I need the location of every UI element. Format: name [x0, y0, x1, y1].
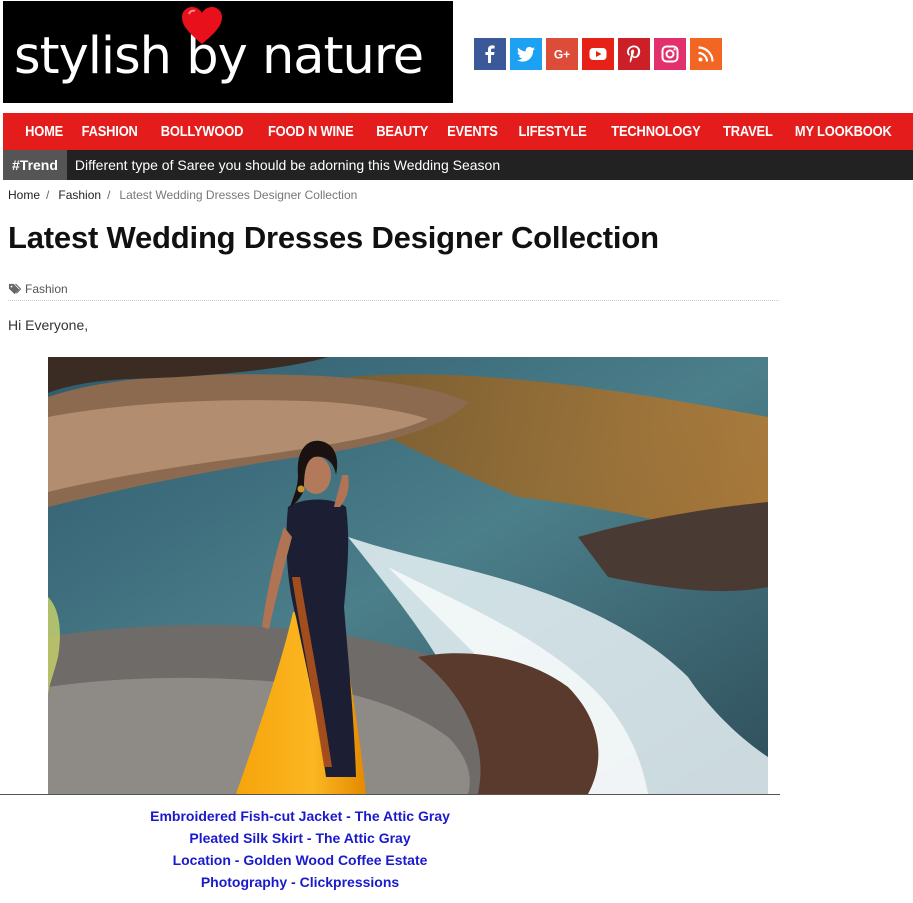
nav-travel[interactable]: TRAVEL	[723, 123, 773, 140]
outfit-credits: Embroidered Fish-cut Jacket - The Attic …	[0, 805, 600, 893]
twitter-icon[interactable]	[510, 38, 542, 70]
photo-divider	[0, 794, 780, 795]
nav-fashion[interactable]: FASHION	[82, 123, 138, 140]
breadcrumb-fashion[interactable]: Fashion	[58, 188, 101, 202]
pinterest-icon[interactable]	[618, 38, 650, 70]
rss-icon[interactable]	[690, 38, 722, 70]
credit-photography-link[interactable]: Photography - Clickpressions	[201, 871, 399, 893]
article-greeting: Hi Everyone,	[8, 317, 89, 333]
google-plus-icon[interactable]: G+	[546, 38, 578, 70]
breadcrumb-current: Latest Wedding Dresses Designer Collecti…	[119, 188, 358, 202]
credit-jacket-link[interactable]: Embroidered Fish-cut Jacket - The Attic …	[150, 805, 450, 827]
social-links: G+	[474, 38, 722, 70]
category-link[interactable]: Fashion	[25, 282, 68, 296]
credit-skirt-link[interactable]: Pleated Silk Skirt - The Attic Gray	[189, 827, 410, 849]
nav-events[interactable]: EVENTS	[447, 123, 498, 140]
heart-icon	[182, 7, 222, 44]
breadcrumb-separator: /	[107, 188, 111, 202]
nav-food-n-wine[interactable]: FOOD N WINE	[268, 123, 354, 140]
credit-location-link[interactable]: Location - Golden Wood Coffee Estate	[173, 849, 428, 871]
breadcrumb-home[interactable]: Home	[8, 188, 40, 202]
trend-label: #Trend	[3, 150, 67, 180]
svg-text:G+: G+	[554, 48, 570, 62]
article-photo	[48, 357, 768, 794]
site-logo[interactable]: stylish by nature	[3, 1, 453, 103]
nav-my-lookbook[interactable]: MY LOOKBOOK	[795, 123, 892, 140]
article-category: Fashion	[8, 282, 779, 301]
breadcrumb: Home / Fashion / Latest Wedding Dresses …	[8, 188, 357, 202]
nav-beauty[interactable]: BEAUTY	[376, 123, 428, 140]
instagram-icon[interactable]	[654, 38, 686, 70]
trending-bar: #Trend Different type of Saree you shoul…	[3, 150, 913, 180]
main-navigation: HOME FASHION BOLLYWOOD FOOD N WINE BEAUT…	[3, 113, 913, 150]
nav-bollywood[interactable]: BOLLYWOOD	[161, 123, 244, 140]
youtube-icon[interactable]	[582, 38, 614, 70]
article-title: Latest Wedding Dresses Designer Collecti…	[8, 220, 659, 255]
trend-headline-link[interactable]: Different type of Saree you should be ad…	[67, 157, 500, 173]
tag-icon	[8, 283, 21, 295]
nav-technology[interactable]: TECHNOLOGY	[611, 123, 700, 140]
breadcrumb-separator: /	[46, 188, 50, 202]
nav-lifestyle[interactable]: LIFESTYLE	[519, 123, 587, 140]
facebook-icon[interactable]	[474, 38, 506, 70]
nav-home[interactable]: HOME	[25, 123, 63, 140]
